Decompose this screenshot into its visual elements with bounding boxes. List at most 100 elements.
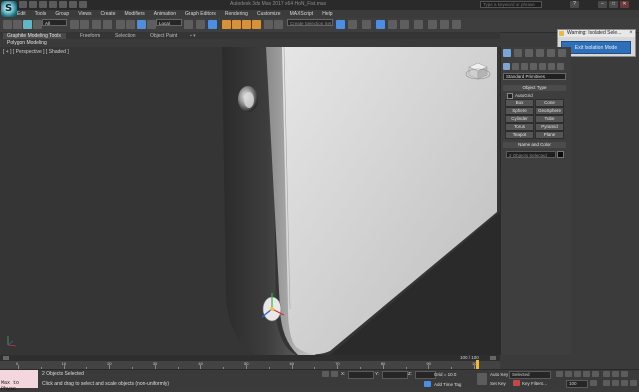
- menu-animation[interactable]: Animation: [154, 10, 176, 18]
- orbit-icon[interactable]: [621, 380, 628, 386]
- selection-filter-dropdown[interactable]: All: [42, 19, 67, 26]
- exit-isolation-mode-button[interactable]: Exit Isolation Mode: [561, 41, 631, 54]
- scene-explorer-icon[interactable]: [376, 20, 385, 29]
- percent-snap-icon[interactable]: [242, 20, 251, 29]
- new-file-icon[interactable]: [19, 1, 27, 8]
- time-config-icon[interactable]: [590, 380, 597, 386]
- cameras-icon[interactable]: [530, 63, 537, 70]
- geometry-icon[interactable]: [503, 63, 510, 70]
- z-coordinate-field[interactable]: [415, 371, 436, 379]
- cylinder-button[interactable]: Cylinder: [505, 115, 534, 123]
- snaps-toggle-icon[interactable]: [222, 20, 231, 29]
- pan-view-icon[interactable]: [612, 380, 619, 386]
- menu-views[interactable]: Views: [78, 10, 91, 18]
- menu-edit[interactable]: Edit: [17, 10, 26, 18]
- viewcube-icon[interactable]: [465, 60, 491, 82]
- select-object-icon[interactable]: [70, 20, 79, 29]
- lights-icon[interactable]: [521, 63, 528, 70]
- place-icon[interactable]: [147, 20, 156, 29]
- edit-named-sets-icon[interactable]: [264, 20, 273, 29]
- keyboard-shortcut-icon[interactable]: [208, 20, 217, 29]
- space-warps-icon[interactable]: [548, 63, 555, 70]
- tube-button[interactable]: Tube: [535, 115, 564, 123]
- cone-button[interactable]: Cone: [535, 99, 564, 107]
- next-frame-icon[interactable]: [583, 371, 590, 377]
- spinner-snap-icon[interactable]: [252, 20, 261, 29]
- object-name-field[interactable]: 2 Objects Selected: [506, 151, 556, 158]
- window-crossing-icon[interactable]: [103, 20, 112, 29]
- viewport-label[interactable]: [ + ] [ Perspective ] [ Shaded ]: [3, 49, 69, 55]
- current-frame-marker[interactable]: [476, 360, 479, 369]
- hierarchy-tab-icon[interactable]: [525, 49, 533, 57]
- lock-selection-icon[interactable]: [322, 371, 329, 377]
- select-move-icon[interactable]: [116, 20, 125, 29]
- project-folder-icon[interactable]: [69, 1, 77, 8]
- render-production-icon[interactable]: [452, 20, 461, 29]
- object-type-rollout[interactable]: Object Type: [503, 85, 566, 91]
- material-editor-icon[interactable]: [414, 20, 423, 29]
- time-slider-next-icon[interactable]: [490, 356, 496, 360]
- helpers-icon[interactable]: [539, 63, 546, 70]
- use-pivot-icon[interactable]: [184, 20, 193, 29]
- torus-button[interactable]: Torus: [505, 123, 534, 131]
- menu-graph-editors[interactable]: Graph Editors: [185, 10, 216, 18]
- select-by-name-icon[interactable]: [80, 20, 89, 29]
- previous-frame-icon[interactable]: [565, 371, 572, 377]
- geosphere-button[interactable]: GeoSphere: [535, 107, 564, 115]
- utilities-tab-icon[interactable]: [558, 49, 566, 57]
- menu-rendering[interactable]: Rendering: [225, 10, 248, 18]
- maximize-viewport-icon[interactable]: [630, 380, 637, 386]
- select-rotate-icon[interactable]: [126, 20, 135, 29]
- named-selection-set-dropdown[interactable]: Create Selection Set: [287, 19, 333, 26]
- open-file-icon[interactable]: [29, 1, 37, 8]
- menu-tools[interactable]: Tools: [35, 10, 47, 18]
- curve-editor-icon[interactable]: [388, 20, 397, 29]
- menu-help[interactable]: Help: [322, 10, 332, 18]
- menu-create[interactable]: Create: [100, 10, 115, 18]
- close-button[interactable]: ✕: [620, 1, 629, 8]
- close-icon[interactable]: ×: [627, 30, 635, 36]
- minimize-button[interactable]: –: [598, 1, 607, 8]
- display-tab-icon[interactable]: [547, 49, 555, 57]
- create-tab-icon[interactable]: [503, 49, 511, 57]
- zoom-all-icon[interactable]: [612, 371, 619, 377]
- align-icon[interactable]: [348, 20, 357, 29]
- key-mode-dropdown[interactable]: Selected: [509, 371, 551, 379]
- menu-group[interactable]: Group: [55, 10, 69, 18]
- object-color-swatch[interactable]: [557, 151, 564, 158]
- plane-button[interactable]: Plane: [535, 131, 564, 139]
- reference-coordinate-dropdown[interactable]: Local: [156, 19, 182, 26]
- shapes-icon[interactable]: [512, 63, 519, 70]
- rendered-frame-icon[interactable]: [440, 20, 449, 29]
- maxscript-listener[interactable]: Max to Physc.: [0, 370, 38, 392]
- perspective-viewport[interactable]: [0, 47, 500, 355]
- add-time-tag[interactable]: Add Time Tag: [434, 382, 461, 387]
- name-and-color-rollout[interactable]: Name and Color: [503, 142, 566, 148]
- play-icon[interactable]: [574, 371, 581, 377]
- menu-modifiers[interactable]: Modifiers: [124, 10, 144, 18]
- box-button[interactable]: Box: [505, 99, 534, 107]
- help-icon[interactable]: ?: [570, 1, 579, 8]
- set-keys-icon[interactable]: [513, 380, 520, 386]
- teapot-button[interactable]: Teapot: [505, 131, 534, 139]
- layer-explorer-icon[interactable]: [362, 20, 371, 29]
- maximize-button[interactable]: □: [609, 1, 618, 8]
- mirror-icon[interactable]: [274, 20, 283, 29]
- angle-snap-icon[interactable]: [232, 20, 241, 29]
- workspace-icon[interactable]: [79, 1, 87, 8]
- unlink-icon[interactable]: [33, 20, 42, 29]
- rect-selection-icon[interactable]: [92, 20, 101, 29]
- y-coordinate-field[interactable]: [382, 371, 408, 379]
- goto-end-icon[interactable]: [592, 371, 599, 377]
- link-icon[interactable]: [23, 20, 32, 29]
- key-icon[interactable]: [477, 373, 487, 385]
- mirror-tool-icon[interactable]: [336, 20, 345, 29]
- sphere-button[interactable]: Sphere: [505, 107, 534, 115]
- menu-maxscript[interactable]: MAXScript: [290, 10, 314, 18]
- render-setup-icon[interactable]: [428, 20, 437, 29]
- goto-start-icon[interactable]: [556, 371, 563, 377]
- redo-tool-icon[interactable]: [13, 20, 22, 29]
- modify-tab-icon[interactable]: [514, 49, 522, 57]
- x-coordinate-field[interactable]: [348, 371, 374, 379]
- systems-icon[interactable]: [557, 63, 564, 70]
